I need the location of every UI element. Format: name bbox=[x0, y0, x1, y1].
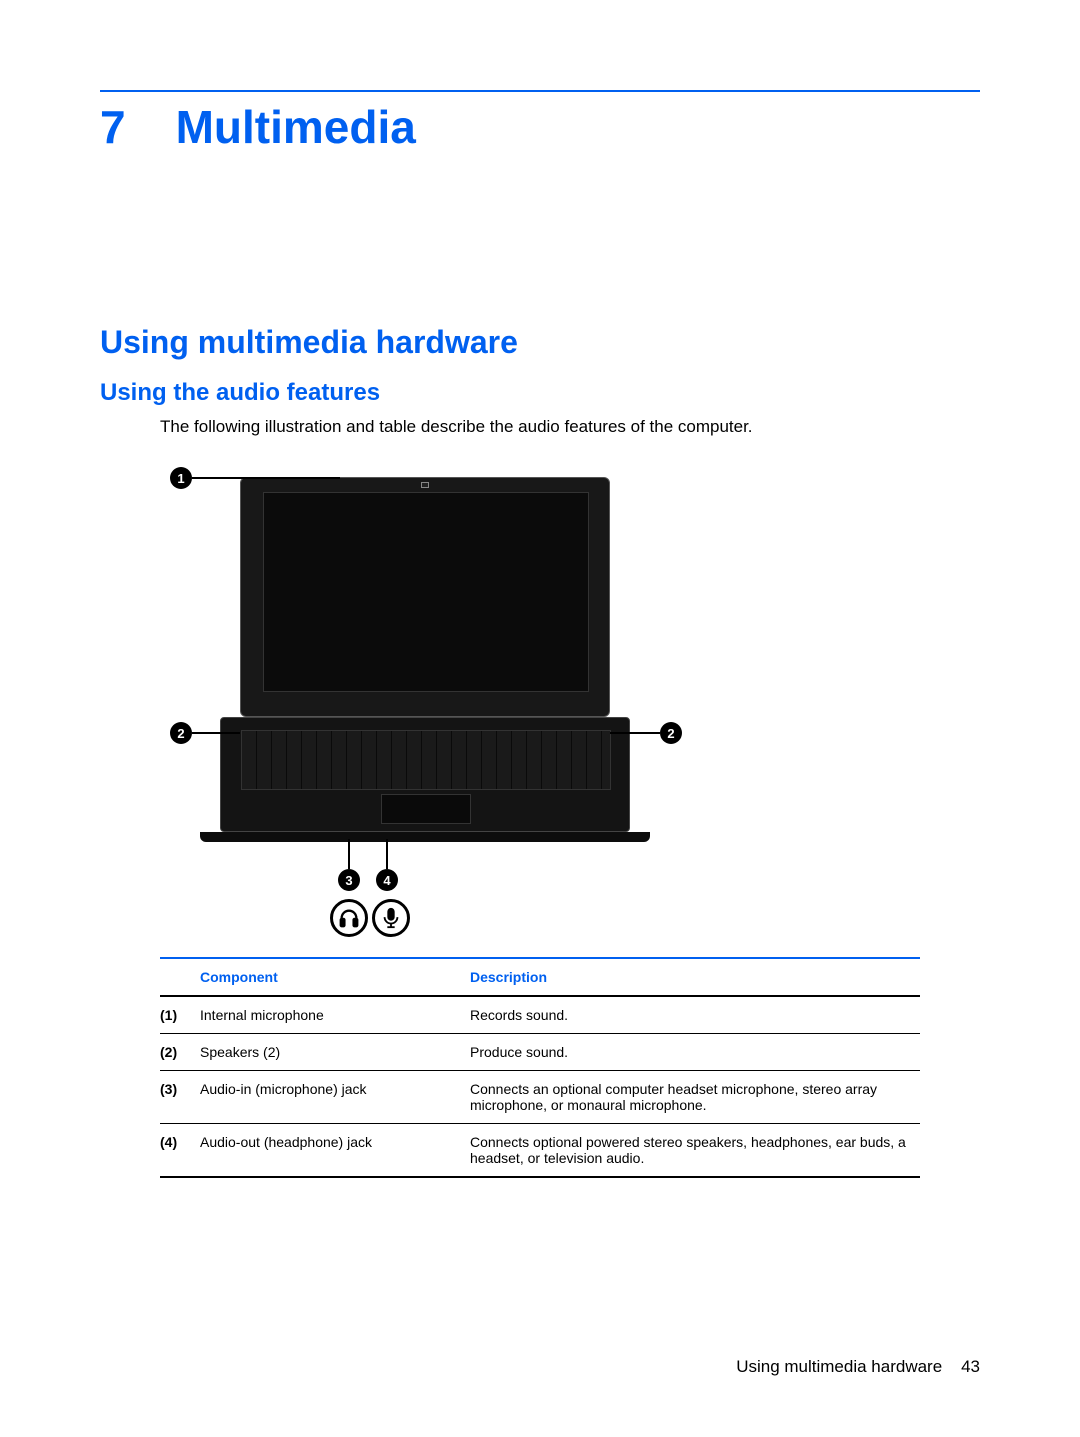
headphone-icon bbox=[330, 899, 368, 937]
th-description: Description bbox=[470, 958, 920, 996]
callout-2-right: 2 bbox=[660, 722, 682, 744]
laptop-base bbox=[220, 717, 630, 832]
cell-component: Audio-in (microphone) jack bbox=[200, 1071, 470, 1124]
callout-2-left: 2 bbox=[170, 722, 192, 744]
component-table: Component Description (1) Internal micro… bbox=[160, 957, 920, 1178]
table-row: (3) Audio-in (microphone) jack Connects … bbox=[160, 1071, 920, 1124]
laptop-front-edge bbox=[200, 832, 650, 842]
cell-description: Records sound. bbox=[470, 996, 920, 1034]
th-blank bbox=[160, 958, 200, 996]
chapter-heading: 7 Multimedia bbox=[100, 100, 980, 154]
callout-line-4 bbox=[386, 839, 388, 869]
section-heading: Using multimedia hardware bbox=[100, 324, 980, 361]
laptop-diagram: 1 2 2 3 4 bbox=[160, 457, 700, 927]
cell-component: Audio-out (headphone) jack bbox=[200, 1124, 470, 1178]
callout-1: 1 bbox=[170, 467, 192, 489]
page-number: 43 bbox=[961, 1357, 980, 1376]
top-rule bbox=[100, 90, 980, 92]
table-header-row: Component Description bbox=[160, 958, 920, 996]
callout-line-3 bbox=[348, 839, 350, 869]
callout-line-2-left bbox=[192, 732, 240, 734]
table-row: (4) Audio-out (headphone) jack Connects … bbox=[160, 1124, 920, 1178]
illustration: 1 2 2 3 4 bbox=[160, 457, 980, 927]
laptop-webcam-icon bbox=[421, 482, 429, 488]
th-component: Component bbox=[200, 958, 470, 996]
table-row: (2) Speakers (2) Produce sound. bbox=[160, 1034, 920, 1071]
chapter-number: 7 bbox=[100, 100, 126, 154]
page-footer: Using multimedia hardware 43 bbox=[736, 1357, 980, 1377]
laptop-trackpad bbox=[381, 794, 471, 824]
chapter-title: Multimedia bbox=[176, 100, 416, 154]
subsection-heading: Using the audio features bbox=[100, 379, 980, 407]
intro-text: The following illustration and table des… bbox=[160, 417, 980, 437]
cell-component: Speakers (2) bbox=[200, 1034, 470, 1071]
callout-4: 4 bbox=[376, 869, 398, 891]
cell-idx: (4) bbox=[160, 1124, 200, 1178]
callout-3: 3 bbox=[338, 869, 360, 891]
callout-line-2-right bbox=[610, 732, 660, 734]
cell-idx: (3) bbox=[160, 1071, 200, 1124]
microphone-icon bbox=[372, 899, 410, 937]
jack-icons bbox=[330, 899, 410, 937]
laptop-screen-bezel bbox=[240, 477, 610, 717]
laptop-screen bbox=[263, 492, 589, 692]
callout-line-1 bbox=[192, 477, 340, 479]
cell-description: Connects optional powered stereo speaker… bbox=[470, 1124, 920, 1178]
cell-idx: (1) bbox=[160, 996, 200, 1034]
laptop-keyboard bbox=[241, 730, 611, 790]
cell-description: Produce sound. bbox=[470, 1034, 920, 1071]
footer-text: Using multimedia hardware bbox=[736, 1357, 942, 1376]
cell-component: Internal microphone bbox=[200, 996, 470, 1034]
table-row: (1) Internal microphone Records sound. bbox=[160, 996, 920, 1034]
cell-idx: (2) bbox=[160, 1034, 200, 1071]
cell-description: Connects an optional computer headset mi… bbox=[470, 1071, 920, 1124]
